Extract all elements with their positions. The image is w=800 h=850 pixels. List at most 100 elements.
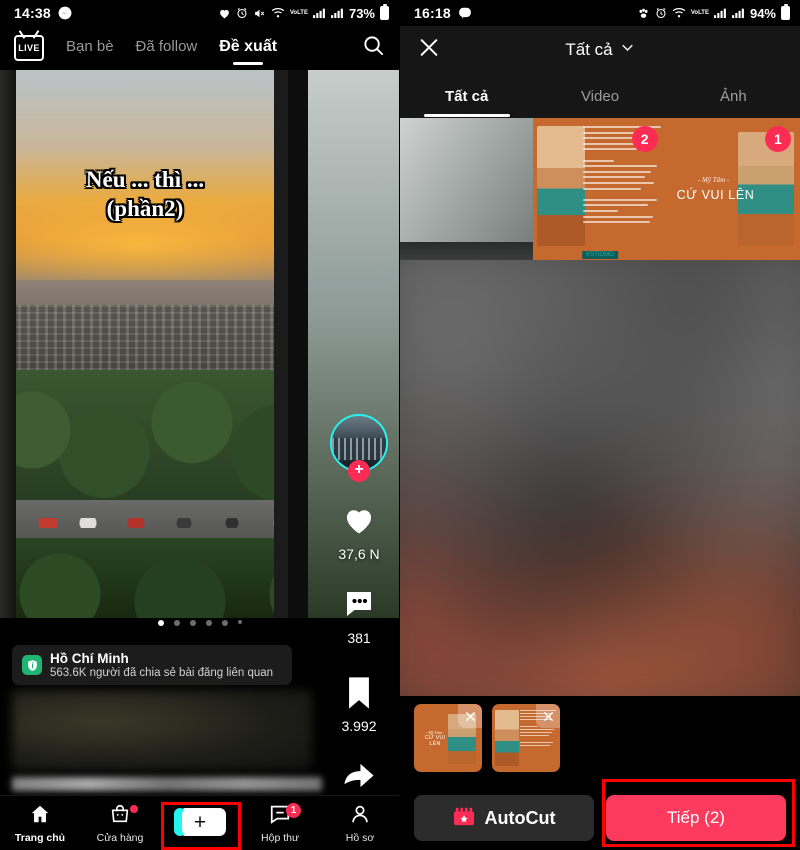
screenshot-root: 14:38 VoLTE 73% LIVE Bạn bè Đã follow Đề… <box>0 0 800 850</box>
left-status-bar: 14:38 VoLTE 73% <box>0 0 399 26</box>
carousel-dot[interactable] <box>158 620 164 626</box>
album-title: Tất cả <box>565 40 613 59</box>
info-shield-icon <box>22 655 42 675</box>
sidebar-item-profile[interactable]: Hồ sơ <box>320 803 399 844</box>
sidebar-item-inbox[interactable]: 1 Hộp thư <box>240 802 320 844</box>
volte-icon: VoLTE <box>290 10 308 16</box>
status-left-icons <box>58 6 72 20</box>
line-chat-icon <box>458 6 472 20</box>
create-button[interactable]: + <box>160 808 240 838</box>
tiktok-top-bar: LIVE Bạn bè Đã follow Đề xuất <box>0 26 399 70</box>
selection-badge[interactable]: 2 <box>631 126 658 152</box>
wifi-icon <box>672 7 686 19</box>
paw-icon <box>637 7 650 20</box>
messenger-icon <box>58 6 72 20</box>
sidebar-item-shop[interactable]: Cửa hàng <box>80 803 160 844</box>
alarm-icon <box>236 7 248 19</box>
right-status-bar: 16:18 VoLTE 94% <box>400 0 800 26</box>
inbox-badge: 1 <box>286 802 301 818</box>
next-button[interactable]: Tiếp (2) <box>606 795 786 841</box>
bottom-nav-bar: Trang chủ Cửa hàng + 1 Hộp thư Hồ sơ <box>0 795 399 850</box>
gallery-item[interactable] <box>400 118 534 260</box>
heart-icon <box>218 7 231 20</box>
selected-media-strip: - Mỹ Tâm - CỨ VUI LÊN <box>400 696 800 780</box>
wifi-icon <box>271 7 285 19</box>
nav-label-home: Trang chủ <box>14 831 66 844</box>
tab-video[interactable]: Video <box>533 88 666 105</box>
card-title: CỨ VUI LÊN <box>676 188 755 202</box>
video-caption: Nếu ... thì ... (phần2) <box>0 165 290 224</box>
gallery-header: Tất cả <box>400 26 800 74</box>
status-right-icons: VoLTE 94% <box>637 3 790 21</box>
autocut-clapper-icon <box>453 806 475 831</box>
tab-all[interactable]: Tất cả <box>400 88 533 105</box>
carousel-dots <box>0 620 399 626</box>
album-selector[interactable]: Tất cả <box>565 40 634 60</box>
status-time: 16:18 <box>414 5 451 21</box>
tab-friends[interactable]: Bạn bè <box>66 38 114 58</box>
carousel-dot[interactable] <box>222 620 228 626</box>
blurred-caption-text <box>12 777 322 791</box>
carousel-dot[interactable] <box>174 620 180 626</box>
like-button[interactable]: 37,6 N <box>329 502 389 562</box>
carousel-dot[interactable] <box>190 620 196 626</box>
carousel-dot[interactable] <box>238 620 242 624</box>
location-title: Hồ Chí Minh <box>50 651 129 666</box>
gallery-action-bar: AutoCut Tiếp (2) <box>400 780 800 850</box>
left-phone-panel: 14:38 VoLTE 73% LIVE Bạn bè Đã follow Đề… <box>0 0 400 850</box>
video-caption-line2: (phần2) <box>106 196 184 222</box>
bookmark-count: 3.992 <box>341 718 377 734</box>
volte-icon: VoLTE <box>691 10 709 16</box>
tab-photo[interactable]: Ảnh <box>667 88 800 105</box>
follow-button[interactable]: + <box>348 460 370 482</box>
gallery-item[interactable]: - Mỹ Tâm - CỨ VUI LÊN 1 <box>666 118 800 260</box>
selected-thumbnail[interactable]: - Mỹ Tâm - CỨ VUI LÊN <box>414 704 482 772</box>
nav-label-shop: Cửa hàng <box>96 831 144 844</box>
close-icon[interactable] <box>418 37 440 64</box>
comment-button[interactable]: 381 <box>329 586 389 646</box>
tab-following[interactable]: Đã follow <box>136 38 198 58</box>
location-info-banner[interactable]: Hồ Chí Minh 563.6K người đã chia sẻ bài … <box>12 645 292 685</box>
thumb-title: CỨ VUI LÊN <box>424 735 446 747</box>
nav-label-profile: Hồ sơ <box>345 831 375 844</box>
volte-label: VoLTE <box>690 10 709 16</box>
create-plus-icon[interactable]: + <box>174 808 226 836</box>
signal-2-icon <box>731 7 745 19</box>
search-icon[interactable] <box>362 34 385 62</box>
status-time: 14:38 <box>14 5 51 21</box>
signal-1-icon <box>713 7 727 19</box>
media-preview[interactable] <box>400 260 800 696</box>
blurred-preview-card <box>12 690 312 770</box>
gallery-tabs: Tất cả Video Ảnh <box>400 74 800 118</box>
alarm-icon <box>655 7 667 19</box>
video-caption-line1: Nếu ... thì ... <box>85 167 205 192</box>
shop-badge-dot <box>130 804 138 813</box>
signal-2-icon <box>330 7 344 19</box>
selected-thumbnail[interactable] <box>492 704 560 772</box>
like-count: 37,6 N <box>338 546 380 562</box>
autocut-button[interactable]: AutoCut <box>414 795 594 841</box>
live-icon[interactable]: LIVE <box>14 35 44 61</box>
right-phone-panel: 16:18 VoLTE 94% Tất cả Tất cả Video Ảnh … <box>400 0 800 850</box>
selection-badge[interactable]: 1 <box>764 126 791 152</box>
action-rail: + 37,6 N 381 3.992 1.419 <box>329 414 389 850</box>
sidebar-item-home[interactable]: Trang chủ <box>0 803 80 844</box>
carousel-dot[interactable] <box>206 620 212 626</box>
battery-icon <box>781 3 790 20</box>
tab-for-you[interactable]: Đề xuất <box>219 38 277 59</box>
battery-percent: 73% <box>348 5 375 21</box>
window-frame-left <box>0 70 16 618</box>
card-text: - Mỹ Tâm - CỨ VUI LÊN <box>676 176 755 202</box>
remove-thumbnail-button[interactable] <box>536 704 560 728</box>
battery-percent: 94% <box>749 5 776 21</box>
feed-tabs: Bạn bè Đã follow Đề xuất <box>66 38 277 59</box>
status-left-icons <box>458 6 472 20</box>
battery-icon <box>380 3 389 20</box>
bookmark-button[interactable]: 3.992 <box>329 676 389 734</box>
card-artist: - Mỹ Tâm - <box>697 176 730 184</box>
chevron-down-icon <box>620 40 635 60</box>
remove-thumbnail-button[interactable] <box>458 704 482 728</box>
location-subtitle: 563.6K người đã chia sẻ bài đăng liên qu… <box>50 667 274 679</box>
gallery-item[interactable]: 2 KSTIOMO <box>533 118 667 260</box>
watermark-label: KSTIOMO <box>582 251 618 259</box>
